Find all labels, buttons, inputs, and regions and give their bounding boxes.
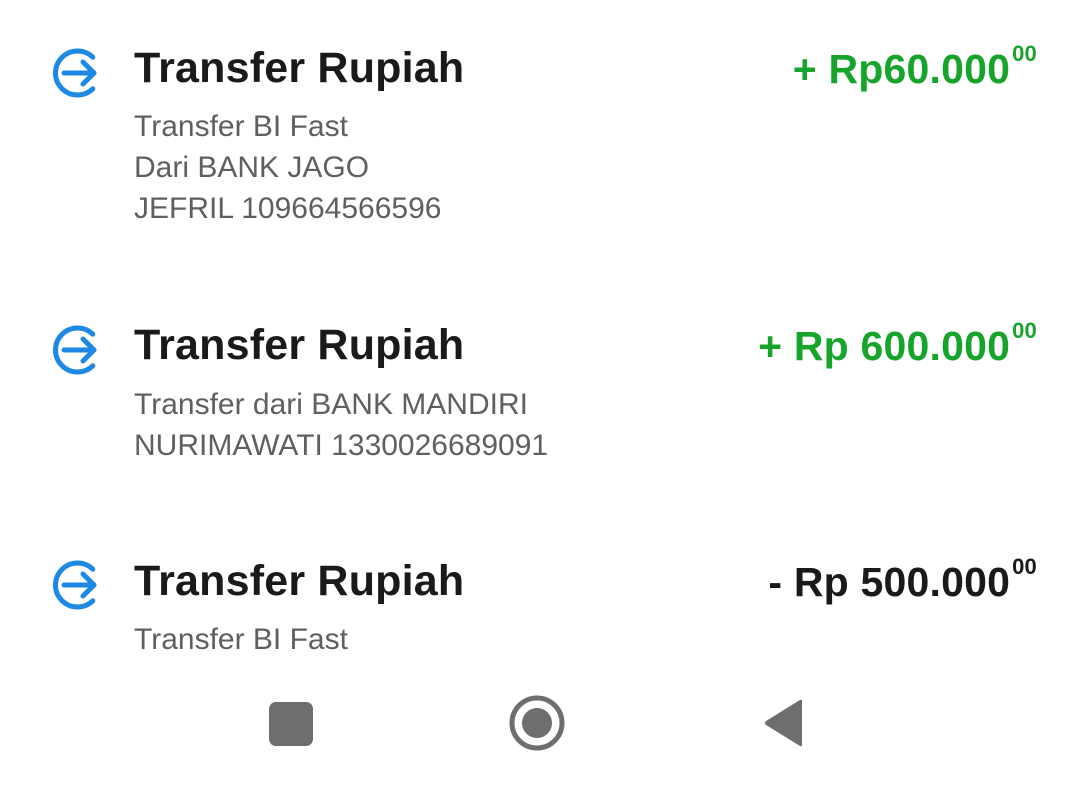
amount-cents: 00	[1012, 318, 1037, 343]
transaction-detail-line: Transfer BI Fast	[134, 110, 348, 143]
transaction-details: Transfer BI Fast Dari BANK JAGO JEFRIL 1…	[134, 106, 441, 229]
transaction-detail-line: Transfer dari BANK MANDIRI	[134, 388, 528, 421]
transfer-in-arrow-icon	[48, 44, 106, 102]
transaction-amount: + Rp 600.00000	[758, 318, 1037, 370]
transfer-in-arrow-icon	[48, 321, 106, 379]
transaction-amount: - Rp 500.00000	[768, 554, 1037, 606]
transaction-details: Transfer BI Fast	[134, 619, 348, 660]
recents-square-icon[interactable]	[269, 702, 313, 746]
amount-cents: 00	[1012, 41, 1037, 66]
amount-main: + Rp60.000	[792, 46, 1011, 92]
transaction-detail-line: Dari BANK JAGO	[134, 151, 370, 184]
transaction-detail-line: NURIMAWATI 1330026689091	[134, 429, 549, 462]
transaction-amount: + Rp60.00000	[792, 41, 1037, 93]
home-circle-icon[interactable]	[508, 694, 566, 752]
amount-main: + Rp 600.000	[758, 323, 1011, 369]
transaction-details: Transfer dari BANK MANDIRI NURIMAWATI 13…	[134, 384, 548, 466]
system-navigation-bar	[0, 660, 1089, 787]
transaction-title: Transfer Rupiah	[134, 44, 465, 92]
transaction-title: Transfer Rupiah	[134, 557, 465, 605]
transaction-detail-line: JEFRIL 109664566596	[134, 192, 442, 225]
amount-cents: 00	[1012, 554, 1037, 579]
back-triangle-icon[interactable]	[762, 698, 806, 748]
transaction-detail-line: Transfer BI Fast	[134, 623, 348, 656]
amount-main: - Rp 500.000	[768, 559, 1011, 605]
transaction-list: Transfer Rupiah + Rp60.00000 Transfer BI…	[0, 0, 1089, 660]
transfer-in-arrow-icon	[48, 556, 106, 614]
transaction-title: Transfer Rupiah	[134, 321, 465, 369]
